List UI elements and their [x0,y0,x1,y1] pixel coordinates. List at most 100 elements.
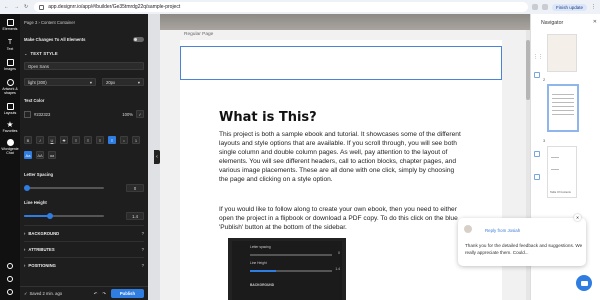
line-height-input[interactable]: 1.4 [126,212,144,220]
breadcrumb: Page 3 › Content Container [24,20,75,25]
letter-spacing-input[interactable]: 0 [126,184,144,192]
chat-message: Thank you for the detailed feedback and … [465,243,583,255]
font-family-select[interactable]: Open Sans [24,62,144,70]
layouts-icon [6,103,14,110]
text-color-value[interactable]: #232323 [34,112,50,117]
accordion-background[interactable]: › BACKGROUND ? [24,225,144,241]
align-right-icon[interactable]: ≡ [96,136,104,144]
paragraph[interactable]: If you would like to follow along to cre… [219,205,464,232]
color-swatch[interactable] [24,110,31,118]
align-center-icon[interactable]: ≡ [84,136,92,144]
browser-nav: ← → ↻ [0,4,28,10]
redo-icon[interactable]: ↷ [102,291,106,296]
line-height-value: 1.4 [132,213,138,219]
elements-icon [6,19,14,26]
help-icon[interactable] [7,276,13,282]
panel-footer: ✓ Saved 2 min. ago ↶ ↷ Publish [20,286,148,300]
saved-status: Saved 2 min. ago [29,291,63,296]
forward-icon[interactable]: → [14,4,19,10]
page-thumbnail-3[interactable]: Table Of Contents [547,146,577,198]
header-placeholder[interactable] [180,46,502,80]
chevron-down-icon[interactable]: ⌄ [24,51,28,56]
image-slider [250,270,332,272]
info-icon[interactable] [7,289,13,295]
sidebar-item-elements[interactable]: Elements [0,19,20,31]
accordion-attributes[interactable]: › ATTRIBUTES ? [24,241,144,257]
sidebar-item-wordgenie[interactable]: Wordgenie Chat [0,139,20,155]
letter-spacing-slider[interactable] [24,185,104,191]
text-style-heading: TEXT STYLE [30,51,58,56]
help-icon[interactable]: ? [142,263,144,268]
page-settings-icon[interactable] [534,151,540,157]
text-icon: T [7,39,13,46]
text-color-label: Text Color [24,98,45,103]
case-normal-icon[interactable]: Aa [24,151,32,159]
case-lower-icon[interactable]: aa [48,151,56,159]
address-bar[interactable]: app.designrr.io/app/#/builder/Ge35tmrdg2… [34,2,528,12]
image-content: Letter spacing 0 Line Height 1.4 BACKGRO… [232,241,342,300]
page-thumbnail-2[interactable] [547,84,579,132]
accordion-positioning[interactable]: › POSITIONING ? [24,257,144,273]
publish-button[interactable]: Publish [110,289,144,298]
chevron-right-icon: › [24,263,26,268]
chat-popup[interactable]: ✕ Reply from Josiah Thank you for the de… [458,214,586,266]
sidebar-item-label: Images [4,67,16,71]
alignment-toolbar: B I U S ≡ ≡ ≡ ≡ • 1 [24,136,144,144]
image-text: 1.4 [335,267,340,271]
align-left-icon[interactable]: ≡ [72,136,80,144]
numbered-list-icon[interactable]: 1 [132,136,140,144]
paragraph[interactable]: This project is both a sample ebook and … [219,130,464,184]
make-changes-toggle[interactable] [133,37,144,42]
accordion-label: POSITIONING [28,263,56,268]
settings-icon[interactable] [7,263,13,269]
previous-page-image [160,14,530,30]
chat-sender: Reply from Josiah [485,228,521,233]
chat-icon [580,280,588,286]
page-settings-icon[interactable] [534,72,540,78]
sidebar-item-shapes[interactable]: Artwork & shapes [0,79,20,95]
chevron-down-icon: ▾ [89,79,92,85]
strikethrough-icon[interactable]: S [60,136,68,144]
chat-icon [6,139,14,146]
accordion-label: BACKGROUND [28,231,60,236]
back-icon[interactable]: ← [4,4,9,10]
slider-knob[interactable] [46,213,53,219]
screenshot-image[interactable]: Letter spacing 0 Line Height 1.4 BACKGRO… [228,238,346,300]
help-icon[interactable]: ? [142,231,144,236]
close-icon[interactable]: ✕ [574,214,581,221]
bold-icon[interactable]: B [24,136,32,144]
chat-launcher-button[interactable] [576,275,592,291]
extension-icon[interactable] [531,4,538,10]
help-icon[interactable]: ? [142,247,144,252]
font-weight-select[interactable]: light (300) ▾ [24,78,96,86]
sidebar-item-layouts[interactable]: Layouts [0,103,20,115]
browser-menu-icon[interactable]: ⋮ [591,4,596,10]
document-title[interactable]: What is This? [219,110,317,125]
italic-icon[interactable]: I [36,136,44,144]
slider-knob[interactable] [24,185,30,191]
sidebar-item-images[interactable]: Images [0,59,20,71]
properties-panel: Page 3 › Content Container Make Changes … [20,14,148,300]
font-weight-value: light (300) [28,79,47,85]
extension-icon[interactable] [541,4,548,10]
sidebar-item-favorites[interactable]: ★ Favorites [0,121,20,134]
sidebar-item-label: Layouts [3,111,17,115]
eyedropper-icon[interactable]: ✓ [136,110,144,118]
sidebar-item-text[interactable]: T Text [0,39,20,51]
font-size-select[interactable]: 20px ▾ [102,78,144,86]
drag-handle-icon[interactable]: ⋮⋮ [533,54,543,60]
opacity-value[interactable]: 100% [122,112,133,117]
page: What is This? This project is both a sam… [180,40,502,300]
sidebar-item-label: Artwork & shapes [2,87,18,95]
list-icon[interactable]: • [120,136,128,144]
underline-icon[interactable]: U [48,136,56,144]
finish-update-button[interactable]: Finish update [551,3,587,11]
page-thumbnail-1[interactable] [547,34,577,72]
close-icon[interactable]: ✕ [593,19,597,25]
align-justify-icon[interactable]: ≡ [108,136,116,144]
case-upper-icon[interactable]: AA [36,151,44,159]
undo-icon[interactable]: ↶ [94,291,98,296]
line-height-slider[interactable] [24,213,104,219]
reload-icon[interactable]: ↻ [24,4,28,10]
page-copy-icon[interactable] [534,174,540,180]
